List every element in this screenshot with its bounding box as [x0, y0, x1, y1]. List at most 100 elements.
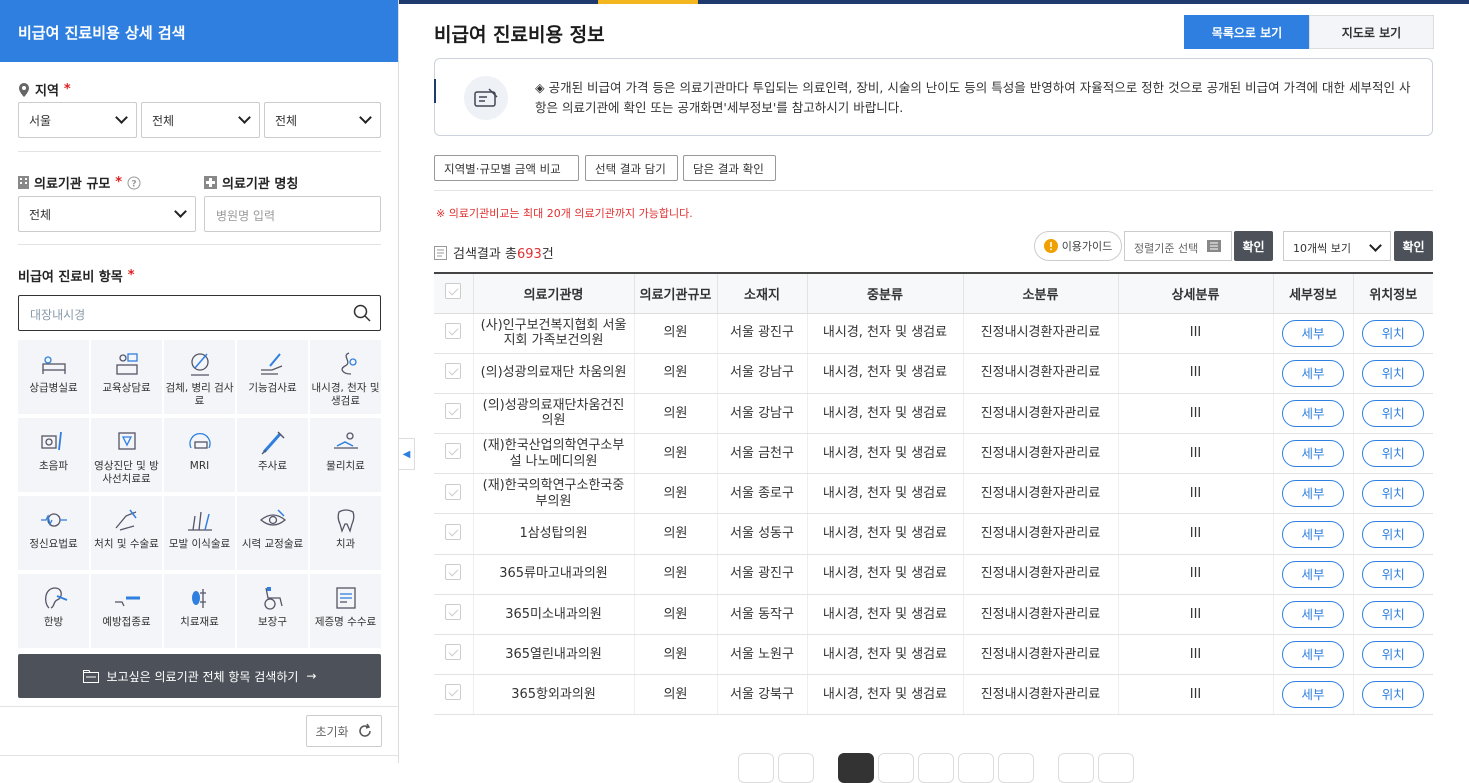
select-all-cell[interactable] — [434, 272, 474, 314]
location-button[interactable]: 위치 — [1362, 399, 1425, 427]
category-tile[interactable]: 치과 — [310, 496, 381, 570]
detail-button[interactable]: 세부 — [1282, 600, 1344, 628]
select-result-button[interactable]: 선택 결과 담기 — [585, 155, 678, 181]
location-cell: 위치 — [1353, 433, 1433, 475]
detail-button[interactable]: 세부 — [1282, 641, 1344, 669]
detail-button[interactable]: 세부 — [1282, 359, 1344, 387]
select-all-checkbox[interactable] — [445, 283, 462, 300]
row-checkbox[interactable] — [445, 403, 462, 420]
detail-button[interactable]: 세부 — [1282, 681, 1344, 709]
hospital-name-input[interactable]: 병원명 입력 — [204, 196, 381, 232]
row-checkbox[interactable] — [445, 322, 462, 339]
category-tile[interactable]: 예방접종료 — [91, 574, 162, 648]
category-tile[interactable]: MRI — [164, 418, 235, 492]
location-button[interactable]: 위치 — [1362, 681, 1425, 709]
category-tile[interactable]: 제증명 수수료 — [310, 574, 381, 648]
category-tile[interactable]: 기능검사료 — [237, 340, 308, 414]
row-checkbox[interactable] — [445, 523, 462, 540]
row-select-cell[interactable] — [434, 433, 474, 475]
pagination-last[interactable] — [1098, 753, 1134, 783]
row-select-cell[interactable] — [434, 554, 474, 595]
row-select-cell[interactable] — [434, 513, 474, 555]
row-select-cell[interactable] — [434, 594, 474, 636]
page-size-confirm-button[interactable]: 확인 — [1394, 231, 1433, 261]
row-checkbox[interactable] — [445, 604, 462, 621]
ear-acupuncture-icon — [44, 587, 67, 609]
region-city-select[interactable]: 서울 — [18, 102, 137, 138]
list-view-button[interactable]: 목록으로 보기 — [1184, 15, 1310, 49]
region-district-select[interactable]: 전체 — [141, 102, 260, 138]
sidebar-collapse-button[interactable]: ◀ — [399, 438, 415, 470]
row-checkbox[interactable] — [445, 644, 462, 661]
location-button[interactable]: 위치 — [1362, 520, 1425, 548]
row-select-cell[interactable] — [434, 674, 474, 716]
location-cell: 위치 — [1353, 634, 1433, 676]
category-tile[interactable]: 모발 이식술료 — [164, 496, 235, 570]
guide-button[interactable]: 이용가이드 — [1034, 231, 1122, 261]
category-tile[interactable]: 보장구 — [237, 574, 308, 648]
detail-button[interactable]: 세부 — [1282, 399, 1344, 427]
category-tile[interactable]: 교육상담료 — [91, 340, 162, 414]
category-tile[interactable]: 정신요법료 — [18, 496, 89, 570]
sort-select[interactable]: 정렬기준 선택 — [1124, 231, 1232, 261]
row-checkbox[interactable] — [445, 362, 462, 379]
page-size-select[interactable]: 10개씩 보기 — [1283, 231, 1391, 261]
row-select-cell[interactable] — [434, 634, 474, 676]
category-tile[interactable]: 내시경, 천자 및 생검료 — [310, 340, 381, 414]
location-button[interactable]: 위치 — [1362, 359, 1425, 387]
compare-label: 지역별·규모별 금액 비교 — [444, 162, 561, 176]
pagination-page[interactable] — [958, 753, 994, 783]
row-checkbox[interactable] — [445, 684, 462, 701]
scale-select[interactable]: 전체 — [18, 196, 196, 232]
category-tile[interactable]: 처치 및 수술료 — [91, 496, 162, 570]
reset-button[interactable]: 초기화 — [306, 715, 382, 747]
detail-button[interactable]: 세부 — [1282, 560, 1344, 588]
detail-button[interactable]: 세부 — [1282, 319, 1344, 347]
category-tile[interactable]: 초음파 — [18, 418, 89, 492]
compare-button[interactable]: 지역별·규모별 금액 비교 — [434, 155, 579, 181]
col-header: 소분류 — [963, 272, 1119, 314]
category-tile[interactable]: 물리치료 — [310, 418, 381, 492]
search-icon[interactable] — [353, 304, 371, 322]
folder-icon — [82, 669, 99, 683]
row-checkbox[interactable] — [445, 483, 462, 500]
detail-button[interactable]: 세부 — [1282, 480, 1344, 508]
pagination-first[interactable] — [738, 753, 774, 783]
row-checkbox[interactable] — [445, 443, 462, 460]
row-select-cell[interactable] — [434, 393, 474, 435]
detail-button[interactable]: 세부 — [1282, 440, 1344, 468]
location-button[interactable]: 위치 — [1362, 480, 1425, 508]
category-tile[interactable]: 영상진단 및 방사선치료료 — [91, 418, 162, 492]
pagination-prev[interactable] — [778, 753, 814, 783]
category-tile[interactable]: 상급병실료 — [18, 340, 89, 414]
row-checkbox[interactable] — [445, 563, 462, 580]
search-all-button[interactable]: 보고싶은 의료기관 전체 항목 검색하기 → — [18, 654, 381, 698]
sort-confirm-button[interactable]: 확인 — [1234, 231, 1273, 261]
item-search-input[interactable]: 대장내시경 — [18, 295, 381, 331]
category-tile[interactable]: 검체, 병리 검사료 — [164, 340, 235, 414]
saved-result-button[interactable]: 담은 결과 확인 — [683, 155, 776, 181]
category-tile[interactable]: 주사료 — [237, 418, 308, 492]
hospital-location: 서울 성동구 — [717, 513, 808, 555]
map-view-button[interactable]: 지도로 보기 — [1309, 15, 1434, 49]
pagination-current[interactable] — [838, 753, 874, 783]
pagination-page[interactable] — [878, 753, 914, 783]
pagination-page[interactable] — [998, 753, 1034, 783]
category-tile[interactable]: 한방 — [18, 574, 89, 648]
region-town-select[interactable]: 전체 — [264, 102, 381, 138]
row-select-cell[interactable] — [434, 473, 474, 515]
location-button[interactable]: 위치 — [1362, 600, 1425, 628]
location-button[interactable]: 위치 — [1362, 319, 1425, 347]
pagination-page[interactable] — [918, 753, 954, 783]
location-button[interactable]: 위치 — [1362, 560, 1425, 588]
row-select-cell[interactable] — [434, 313, 474, 354]
pagination-next[interactable] — [1058, 753, 1094, 783]
category-label: 초음파 — [39, 460, 68, 472]
location-button[interactable]: 위치 — [1362, 641, 1425, 669]
detail-button[interactable]: 세부 — [1282, 520, 1344, 548]
category-tile[interactable]: 치료재료 — [164, 574, 235, 648]
help-icon[interactable]: ? — [127, 176, 141, 190]
category-tile[interactable]: 시력 교정술료 — [237, 496, 308, 570]
row-select-cell[interactable] — [434, 353, 474, 394]
location-button[interactable]: 위치 — [1362, 440, 1425, 468]
